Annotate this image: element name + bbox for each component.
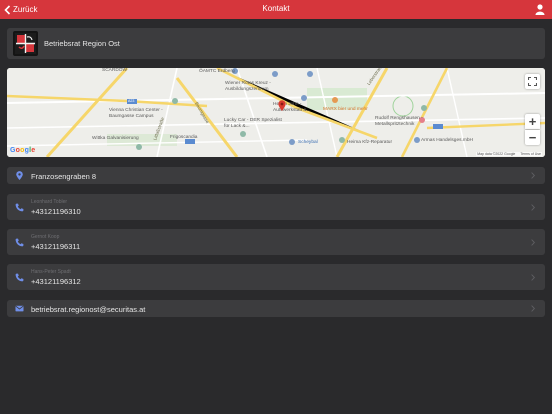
map-label: ÖAMTC Erdberg: [199, 69, 235, 74]
chevron-right-icon: [531, 239, 535, 246]
contact-name: Hans-Peter Spadt: [31, 269, 71, 275]
email-row[interactable]: betriebsrat.regionost@securitas.at: [7, 300, 545, 317]
mail-icon: [15, 305, 24, 312]
contact-name: Leonhard Tobler: [31, 199, 68, 205]
map-label: Rudolf Rengshausen - Metallspritztechnik: [375, 116, 423, 127]
map-label: Heima Kfz-Reparatur: [347, 140, 393, 145]
user-icon[interactable]: [535, 4, 545, 15]
contact-name: Gernot Koop: [31, 234, 60, 240]
phone-row[interactable]: Hans-Peter Spadt +43121196312: [7, 264, 545, 290]
map-data-label: Map data ©2022 Google: [477, 152, 516, 156]
map-attribution: Map data ©2022 Google Terms of Use: [476, 152, 542, 156]
phone-row[interactable]: Leonhard Tobler +43121196310: [7, 194, 545, 220]
page-title: Kontakt: [262, 4, 290, 13]
chevron-right-icon: [531, 305, 535, 312]
phone-icon: [15, 273, 24, 282]
phone-icon: [15, 203, 24, 212]
map-label: MARX bier und mehr: [323, 107, 368, 112]
chevron-right-icon: [531, 204, 535, 211]
zoom-in-button[interactable]: +: [525, 114, 540, 129]
highway-shield-label: A23: [128, 99, 135, 103]
map-label: Lucky Car - DER Spezialist für Lack &...: [224, 118, 282, 129]
location-pin-icon[interactable]: [278, 100, 286, 111]
navigation-bar: Zurück Kontakt: [0, 0, 552, 19]
phone-number: +43121196312: [31, 277, 81, 286]
zoom-out-button[interactable]: −: [525, 130, 540, 145]
organization-name: Betriebsrat Region Ost: [44, 39, 120, 48]
phone-number: +43121196310: [31, 207, 81, 216]
phone-number: +43121196311: [31, 242, 81, 251]
email-address: betriebsrat.regionost@securitas.at: [31, 305, 146, 314]
map-label: Frigoscandia: [170, 135, 198, 140]
map-label: Scheybal: [298, 140, 318, 145]
map-label: Wittka Galvanisierung: [92, 136, 139, 141]
map-label: Armas Handelsges.mbH: [421, 138, 473, 143]
fullscreen-icon: [528, 77, 537, 86]
google-logo: Google: [10, 147, 36, 154]
phone-row[interactable]: Gernot Koop +43121196311: [7, 229, 545, 255]
organization-card: Betriebsrat Region Ost: [7, 28, 545, 59]
map-label: Wiener Rotes Kreuz - Ausbildungszentrum: [225, 81, 271, 92]
chevron-right-icon: [531, 172, 535, 179]
address-text: Franzosengraben 8: [31, 172, 97, 181]
organization-logo: [13, 31, 38, 56]
chevron-right-icon: [531, 274, 535, 281]
terms-of-use-link[interactable]: Terms of Use: [520, 152, 541, 156]
location-pin-icon: [16, 171, 23, 180]
map-label: SCARDOW: [102, 68, 128, 73]
location-map[interactable]: SCARDOW ÖAMTC Erdberg Wiener Rotes Kreuz…: [7, 68, 545, 157]
map-label: Vienna Christian Center - Baumgasse Camp…: [109, 108, 163, 119]
fullscreen-button[interactable]: [525, 74, 540, 89]
address-row[interactable]: Franzosengraben 8: [7, 167, 545, 184]
phone-icon: [15, 238, 24, 247]
